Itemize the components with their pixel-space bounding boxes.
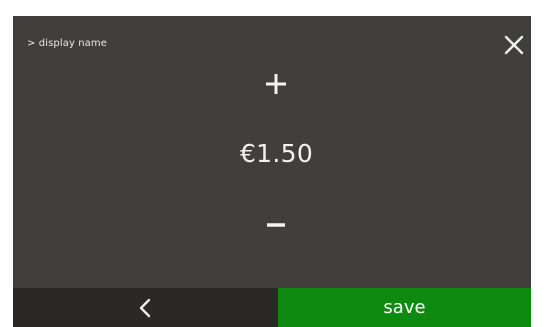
decrement-button[interactable] xyxy=(261,214,291,236)
save-button[interactable]: save xyxy=(278,288,531,327)
price-edit-screen: > display name €1.50 save xyxy=(13,16,531,327)
price-value: €1.50 xyxy=(239,139,314,168)
increment-button[interactable] xyxy=(261,69,291,99)
back-button[interactable] xyxy=(13,288,278,327)
bottom-action-bar: save xyxy=(13,288,531,327)
plus-icon xyxy=(261,69,291,99)
close-button[interactable] xyxy=(503,34,525,56)
close-icon xyxy=(503,34,525,56)
breadcrumb: > display name xyxy=(27,38,108,49)
minus-icon xyxy=(261,214,291,236)
